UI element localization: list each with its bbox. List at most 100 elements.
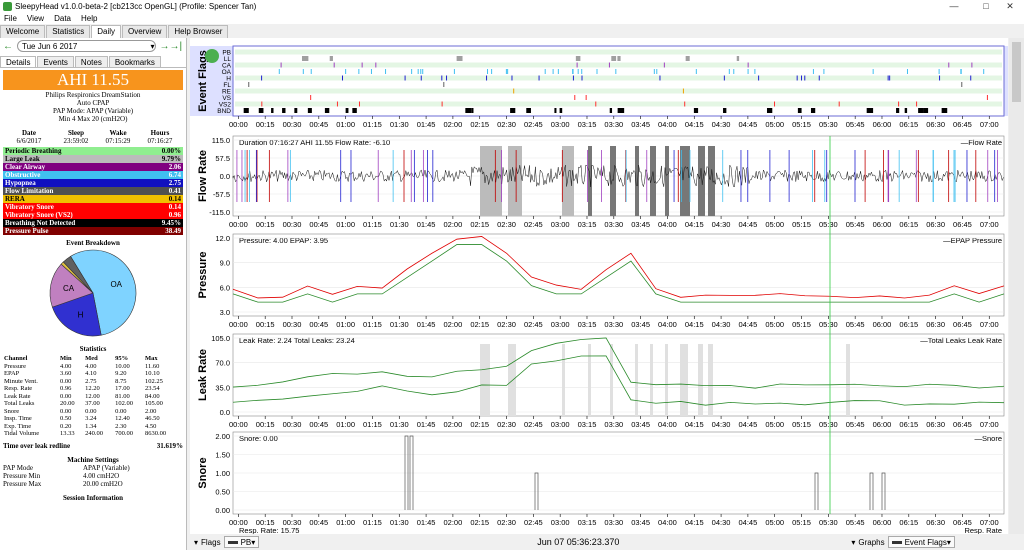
time-tick-label: 07:00 (980, 220, 999, 229)
subtab-bookmarks[interactable]: Bookmarks (108, 56, 161, 67)
graph-area[interactable]: Event Flags PB LL CA OA H FL RE VS VS2 BND 00:00 00:… (190, 38, 1008, 535)
graph-info: Resp. Rate: 15.75 (239, 526, 299, 534)
date-picker[interactable]: Tue Jun 6 2017 ▾ (17, 40, 156, 52)
event-flag-mark (617, 108, 625, 113)
event-flag-mark (796, 75, 798, 81)
close-button[interactable]: ✕ (996, 0, 1024, 12)
time-tick-label: 06:45 (953, 220, 972, 229)
time-tick-label: 07:00 (980, 420, 999, 429)
event-row[interactable]: Hypopnea 2.75 (3, 179, 183, 187)
machine-settings: PAP Mode APAP (Variable) Pressure Min 4.00 … (0, 464, 186, 488)
stats-cell: 0.96 (60, 385, 72, 392)
time-tick-label: 02:00 (444, 518, 463, 527)
flags-expand-icon[interactable]: ▾ (194, 538, 198, 547)
event-value: 2.06 (168, 163, 181, 171)
event-flag-mark (918, 108, 924, 113)
stats-cell: 81.00 (115, 392, 130, 400)
event-row[interactable]: Vibratory Snore (VS2) 0.96 (3, 211, 183, 219)
tab-daily[interactable]: Daily (91, 25, 121, 38)
time-tick-label: 02:00 (444, 220, 463, 229)
machine-setting-cell: Pressure Min (3, 471, 41, 480)
time-tick-label: 04:45 (739, 320, 758, 329)
y-tick-label: 9.0 (220, 259, 230, 268)
menu-help[interactable]: Help (81, 14, 97, 23)
event-row[interactable]: Pressure Pulse 38.49 (3, 227, 183, 235)
event-flag-mark (471, 108, 474, 113)
time-tick-label: 05:30 (819, 220, 838, 229)
scrollbar-thumb[interactable] (1012, 42, 1021, 102)
event-flag-mark (887, 75, 889, 81)
tab-statistics[interactable]: Statistics (46, 25, 91, 38)
event-flag-mark (948, 62, 950, 68)
y-tick-label: 0.00 (215, 506, 230, 515)
event-flag-mark (552, 69, 554, 74)
time-tick-label: 04:00 (658, 420, 677, 429)
machine-setting-cell: Pressure Max (3, 479, 42, 488)
time-tick-label: 04:00 (658, 320, 677, 329)
large-leak-band (588, 344, 591, 416)
event-flag-mark (370, 69, 372, 74)
stats-cell: 84.00 (145, 392, 160, 400)
event-row[interactable]: Clear Airway 2.06 (3, 163, 183, 171)
tab-welcome[interactable]: Welcome (0, 25, 46, 38)
event-row[interactable]: Periodic Breathing 0.00% (3, 147, 183, 155)
event-flag-mark (559, 108, 563, 113)
flag-swatch (227, 540, 238, 544)
detail-subtabs: Details Events Notes Bookmarks (0, 56, 186, 68)
event-flag-mark (758, 75, 760, 81)
subtab-notes[interactable]: Notes (74, 56, 108, 67)
plot-area[interactable] (232, 233, 1005, 317)
menu-bar: File View Data Help (0, 12, 1024, 24)
minimize-button[interactable]: — (940, 0, 968, 12)
next-day-icon[interactable]: → (160, 41, 170, 52)
event-flag-mark (278, 69, 280, 74)
statistics-table: Channel Min Med 95% Max Pressure 4.00 4.00 10.00… (3, 355, 179, 438)
machine-setting-cell: APAP (Variable) (83, 463, 130, 472)
event-row[interactable]: Obstructive 6.74 (3, 171, 183, 179)
time-tick-label: 06:30 (926, 220, 945, 229)
prev-day-icon[interactable]: ← (3, 41, 13, 52)
graph-legend: —EPAP Pressure (943, 236, 1002, 245)
event-flag-mark (446, 75, 448, 81)
event-flag-mark (417, 69, 419, 74)
event-row[interactable]: Breathing Not Detected 9.45% (3, 219, 183, 227)
event-flag-mark (375, 62, 377, 68)
plot-area[interactable] (232, 333, 1005, 417)
stats-row: Pressure 4.00 4.00 10.00 11.60 (3, 363, 179, 371)
event-row[interactable]: Large Leak 9.79% (3, 155, 183, 163)
machine-model: Philips Respironics DreamStation (45, 91, 141, 99)
menu-file[interactable]: File (4, 14, 17, 23)
last-day-icon[interactable]: →| (170, 41, 183, 52)
time-tick-label: 03:15 (578, 120, 597, 129)
graph-selector[interactable]: Event Flags ▾ (887, 536, 955, 548)
stats-cell: 0.00 (60, 377, 72, 385)
event-row[interactable]: Vibratory Snore 0.14 (3, 203, 183, 211)
menu-data[interactable]: Data (54, 14, 71, 23)
time-tick-label: 01:15 (363, 320, 382, 329)
cursor-datetime: Jun 07 05:36:23.370 (537, 537, 620, 547)
flag-selector[interactable]: PB ▾ (223, 536, 260, 548)
stats-header-row: Channel Min Med 95% Max (3, 355, 179, 363)
tab-overview[interactable]: Overview (122, 25, 168, 38)
ahi-banner: AHI 11.55 (3, 70, 183, 90)
graph-info: Duration 07:16:27 AHI 11.55 Flow Rate: -… (239, 138, 390, 147)
subtab-details[interactable]: Details (0, 56, 37, 67)
event-flag-mark (595, 101, 597, 107)
event-row[interactable]: Flow Limitation 0.41 (3, 187, 183, 195)
tab-help-browser[interactable]: Help Browser (168, 25, 229, 38)
time-tick-label: 03:15 (578, 518, 597, 527)
subtab-events[interactable]: Events (37, 56, 74, 67)
event-flag-mark (961, 82, 963, 87)
graph-scrollbar[interactable] (1009, 38, 1024, 534)
event-row[interactable]: RERA 0.14 (3, 195, 183, 203)
graphs-expand-icon[interactable]: ▾ (851, 538, 855, 547)
time-tick-label: 05:00 (765, 518, 784, 527)
event-flag-mark (581, 69, 583, 74)
daily-graphs[interactable]: Event Flags PBLLCAOAHFLREVSVS2BND00:00 00:… (190, 38, 1008, 535)
time-tick-label: 03:30 (604, 320, 623, 329)
time-tick-label: 00:45 (309, 120, 328, 129)
time-tick-label: 05:30 (819, 420, 838, 429)
menu-view[interactable]: View (27, 14, 44, 23)
graph-swatch (891, 540, 902, 544)
time-tick-label: 06:00 (873, 120, 892, 129)
